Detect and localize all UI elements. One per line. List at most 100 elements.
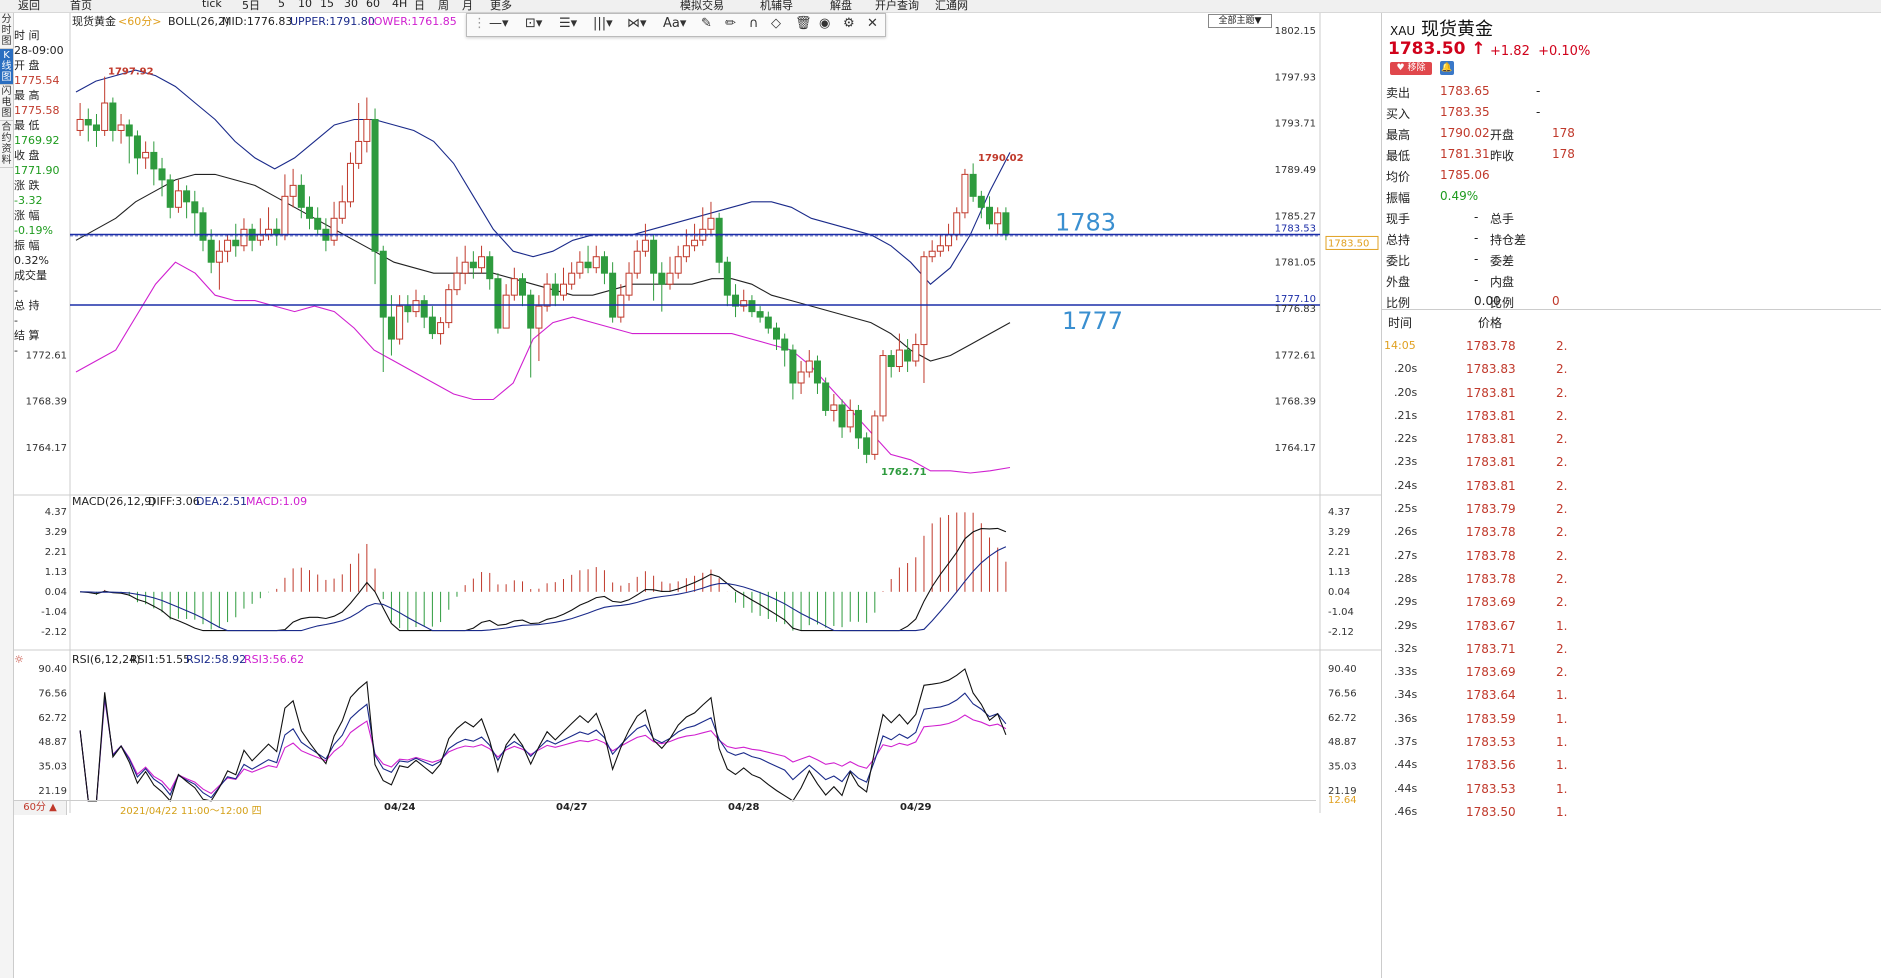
candle-body (887, 355, 895, 368)
eraser-icon[interactable]: ◇ (771, 16, 781, 31)
candle-body (895, 349, 903, 368)
current-price-tag: 1783.50 (1328, 238, 1369, 249)
candle-body (510, 278, 518, 296)
low-marker-label: 1762.71 (881, 467, 927, 478)
topbar-item[interactable]: 解盘 (830, 0, 852, 12)
topbar-item[interactable]: 模拟交易 (680, 0, 724, 12)
line-label-1783: 1783 (1055, 208, 1116, 236)
macd-y-tick-right: -2.12 (1328, 627, 1354, 638)
tick-volume: 1. (1556, 711, 1568, 726)
tick-volume: 2. (1556, 339, 1568, 353)
tick-time: .28s (1394, 571, 1418, 585)
close-icon[interactable]: ✕ (867, 16, 878, 31)
ruler-icon[interactable]: ✎ (701, 16, 712, 31)
candle-body (494, 278, 502, 329)
line-style-icon[interactable]: —▾ (489, 16, 509, 31)
line-label-1777: 1777 (1062, 307, 1123, 335)
candle-body (797, 371, 805, 384)
rsi-y-tick: 90.40 (38, 664, 67, 675)
candle-body (363, 118, 371, 142)
tick-volume: 2. (1556, 408, 1568, 423)
topbar-item[interactable]: 15 (320, 0, 334, 10)
instrument-title: XAU 现货黄金 (1390, 15, 1493, 41)
topbar-item[interactable]: 4H (392, 0, 407, 10)
tick-price: 1783.81 (1466, 432, 1516, 447)
rsi-value-1: RSI1:51.55 (130, 653, 190, 666)
kline-chart[interactable]: 现货黄金 <60分> BOLL(26,2)MID:1776.83UPPER:1791… (0, 13, 1381, 813)
tick-volume: 1. (1556, 758, 1568, 773)
pattern-icon[interactable]: ⋈▾ (627, 16, 647, 31)
topbar-item[interactable]: tick (202, 0, 222, 10)
remove-label: 移除 (1407, 63, 1426, 73)
tick-price: 1783.78 (1466, 525, 1516, 540)
topbar-item[interactable]: 10 (298, 0, 312, 10)
remove-watch-button[interactable]: ♥ 移除 (1390, 62, 1432, 75)
topbar-item[interactable]: 5 (278, 0, 285, 10)
candle-body (478, 256, 486, 269)
theme-dropdown[interactable]: 全部主题▼ (1208, 14, 1272, 28)
tick-row: .29s 1783.69 2. (1382, 591, 1881, 614)
quote-label: 振幅 (1386, 191, 1411, 205)
tick-price: 1783.59 (1466, 711, 1516, 726)
alert-bell-icon[interactable]: 🔔 (1440, 61, 1454, 75)
candle-body (674, 256, 682, 274)
quote-value: - (1474, 273, 1479, 287)
quote-value: 1783.65 (1440, 84, 1490, 98)
candle-body (428, 316, 436, 335)
topbar-item[interactable]: 汇通网 (935, 0, 968, 12)
tick-row: .25s 1783.79 2. (1382, 498, 1881, 521)
candle-body (986, 206, 994, 225)
macd-y-tick: -1.04 (41, 607, 67, 618)
candle-body (527, 294, 535, 329)
quote-value-2: 178 (1552, 147, 1575, 161)
trash-icon[interactable]: 🗑 (795, 16, 812, 31)
price-value: 1783.50 (1388, 39, 1466, 59)
bars-icon[interactable]: |||▾ (593, 16, 613, 31)
period-selector[interactable]: 60分 ▲ (14, 801, 67, 815)
tick-price: 1783.78 (1466, 339, 1516, 353)
topbar-item[interactable]: 5日 (242, 0, 260, 12)
topbar-item[interactable]: 日 (414, 0, 425, 12)
topbar-item[interactable]: 更多 (490, 0, 512, 12)
tick-volume: 2. (1556, 548, 1568, 563)
drag-handle-icon[interactable]: ⋮ (473, 16, 486, 31)
quote-label: 最低 (1386, 149, 1411, 163)
macd-y-tick: 3.29 (45, 527, 67, 538)
high-marker-label-2: 1790.02 (978, 153, 1024, 164)
topbar-item[interactable]: 周 (438, 0, 449, 12)
topbar-item[interactable]: 开户查询 (875, 0, 919, 12)
eye-icon[interactable]: ◉ (819, 16, 830, 31)
tick-price: 1783.78 (1466, 571, 1516, 586)
tick-volume: 2. (1556, 502, 1568, 517)
candle-body (822, 382, 830, 411)
candle-body (117, 124, 125, 131)
topbar-item[interactable]: 30 (344, 0, 358, 10)
rsi-value-2: RSI2:58.92 (186, 653, 246, 666)
candle-body (846, 409, 854, 428)
list-icon[interactable]: ☰▾ (559, 16, 577, 31)
topbar-item[interactable]: 机辅导 (760, 0, 793, 12)
tick-price: 1783.81 (1466, 455, 1516, 470)
candle-body (838, 404, 846, 428)
candle-body (961, 173, 969, 214)
topbar-item[interactable]: 首页 (70, 0, 92, 12)
tick-time: .22s (1394, 432, 1418, 446)
topbar-item[interactable]: 60 (366, 0, 380, 10)
quote-row: 卖出 1783.65 - (1382, 81, 1881, 102)
topbar-item[interactable]: 返回 (18, 0, 40, 12)
candle-body (191, 201, 199, 214)
tick-list[interactable]: 14:05 1783.78 2. .20s 1783.83 2. .20s 1783.81 2.… (1382, 335, 1881, 824)
crop-icon[interactable]: ⊡▾ (525, 16, 542, 31)
topbar-item[interactable]: 月 (462, 0, 473, 12)
font-icon[interactable]: Aa▾ (663, 16, 686, 31)
cursor-time-range: 2021/04/22 11:00～12:00 四 (120, 806, 262, 817)
candle-body (314, 217, 322, 230)
gear-icon[interactable]: ⚙ (843, 16, 855, 31)
quote-value-2: 0 (1552, 294, 1560, 308)
tick-time: .34s (1394, 688, 1418, 702)
rsi-y-tick: 62.72 (38, 713, 67, 724)
y-tick-label-left: 1764.17 (26, 443, 67, 454)
pencil-icon[interactable]: ✏ (725, 16, 736, 31)
quote-label-2: 昨收 (1490, 149, 1515, 163)
magnet-icon[interactable]: ∩ (749, 16, 759, 31)
